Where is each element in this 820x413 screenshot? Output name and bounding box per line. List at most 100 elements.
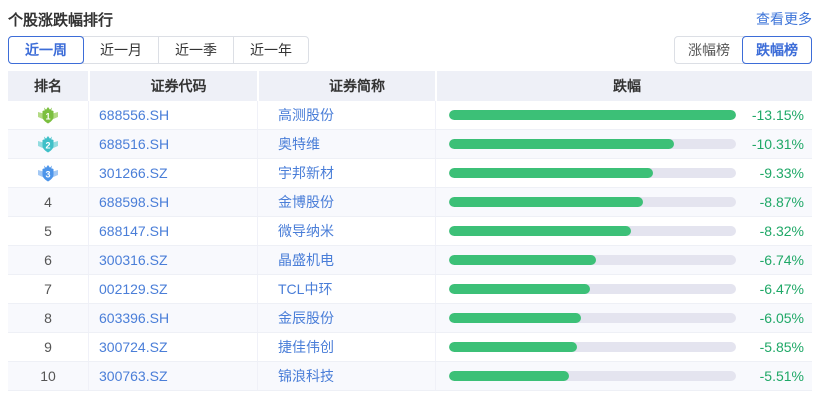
change-bar-track bbox=[449, 342, 736, 352]
change-bar-fill bbox=[449, 139, 674, 149]
table-row: 9 300724.SZ 捷佳伟创 -5.85% bbox=[8, 333, 812, 362]
stock-code[interactable]: 688556.SH bbox=[99, 107, 169, 123]
change-value: -13.15% bbox=[736, 107, 804, 123]
stock-name[interactable]: 晶盛机电 bbox=[278, 250, 334, 270]
tab-gainers-board[interactable]: 涨幅榜 bbox=[675, 37, 743, 63]
rank-cell: 1 bbox=[8, 101, 88, 129]
rank-number: 4 bbox=[44, 194, 52, 210]
change-bar-fill bbox=[449, 197, 643, 207]
stock-code[interactable]: 300724.SZ bbox=[99, 339, 168, 355]
table-row: 2 688516.SH 奥特维 -10.31% bbox=[8, 130, 812, 159]
rank-cell: 5 bbox=[8, 217, 88, 245]
rank-medal-icon: 1 bbox=[37, 106, 59, 125]
change-cell: -6.05% bbox=[435, 304, 812, 332]
change-bar-track bbox=[449, 284, 736, 294]
stock-code[interactable]: 300763.SZ bbox=[99, 368, 168, 384]
board-tab-group: 涨幅榜 跌幅榜 bbox=[674, 36, 812, 64]
table-row: 10 300763.SZ 锦浪科技 -5.51% bbox=[8, 362, 812, 391]
change-bar-track bbox=[449, 110, 736, 120]
table-row: 5 688147.SH 微导纳米 -8.32% bbox=[8, 217, 812, 246]
table-row: 3 301266.SZ 宇邦新材 -9.33% bbox=[8, 159, 812, 188]
column-header-name: 证券简称 bbox=[257, 71, 435, 101]
change-cell: -5.51% bbox=[435, 362, 812, 390]
stock-name[interactable]: 捷佳伟创 bbox=[278, 337, 334, 357]
rank-cell: 10 bbox=[8, 362, 88, 390]
rank-medal-icon: 3 bbox=[37, 164, 59, 183]
column-header-rank: 排名 bbox=[8, 71, 88, 101]
stock-code[interactable]: 688598.SH bbox=[99, 194, 169, 210]
rank-cell: 4 bbox=[8, 188, 88, 216]
change-bar-fill bbox=[449, 110, 736, 120]
tab-period-quarter[interactable]: 近一季 bbox=[158, 37, 233, 63]
rank-cell: 9 bbox=[8, 333, 88, 361]
change-cell: -6.47% bbox=[435, 275, 812, 303]
stock-name[interactable]: 宇邦新材 bbox=[278, 163, 334, 183]
change-bar-track bbox=[449, 313, 736, 323]
change-bar-track bbox=[449, 168, 736, 178]
change-bar-fill bbox=[449, 371, 569, 381]
tab-period-year[interactable]: 近一年 bbox=[233, 37, 308, 63]
stock-name[interactable]: 金博股份 bbox=[278, 192, 334, 212]
change-value: -5.85% bbox=[736, 339, 804, 355]
table-header-row: 排名 证券代码 证券简称 跌幅 bbox=[8, 71, 812, 101]
rank-number: 9 bbox=[44, 339, 52, 355]
change-bar-fill bbox=[449, 342, 577, 352]
change-bar-track bbox=[449, 255, 736, 265]
column-header-code: 证券代码 bbox=[88, 71, 257, 101]
rank-number: 5 bbox=[44, 223, 52, 239]
change-bar-fill bbox=[449, 284, 590, 294]
change-bar-fill bbox=[449, 168, 653, 178]
change-bar-track bbox=[449, 226, 736, 236]
change-bar-fill bbox=[449, 226, 631, 236]
rank-cell: 6 bbox=[8, 246, 88, 274]
svg-text:3: 3 bbox=[45, 169, 50, 179]
stock-name[interactable]: 金辰股份 bbox=[278, 308, 334, 328]
stock-name[interactable]: 锦浪科技 bbox=[278, 366, 334, 386]
table-row: 1 688556.SH 高测股份 -13.15% bbox=[8, 101, 812, 130]
svg-text:2: 2 bbox=[45, 140, 50, 150]
rank-cell: 2 bbox=[8, 130, 88, 158]
stock-code[interactable]: 300316.SZ bbox=[99, 252, 168, 268]
stock-name[interactable]: TCL中环 bbox=[278, 279, 332, 299]
change-cell: -8.87% bbox=[435, 188, 812, 216]
table-row: 7 002129.SZ TCL中环 -6.47% bbox=[8, 275, 812, 304]
change-bar-fill bbox=[449, 255, 596, 265]
stock-code[interactable]: 688147.SH bbox=[99, 223, 169, 239]
change-value: -5.51% bbox=[736, 368, 804, 384]
table-row: 6 300316.SZ 晶盛机电 -6.74% bbox=[8, 246, 812, 275]
change-bar-track bbox=[449, 197, 736, 207]
toolbar: 近一周 近一月 近一季 近一年 涨幅榜 跌幅榜 bbox=[8, 36, 812, 64]
tab-period-month[interactable]: 近一月 bbox=[83, 37, 158, 63]
stock-code[interactable]: 603396.SH bbox=[99, 310, 169, 326]
view-more-link[interactable]: 查看更多 bbox=[756, 9, 812, 29]
stock-name[interactable]: 微导纳米 bbox=[278, 221, 334, 241]
change-cell: -10.31% bbox=[435, 130, 812, 158]
stock-code[interactable]: 688516.SH bbox=[99, 136, 169, 152]
stock-code[interactable]: 301266.SZ bbox=[99, 165, 168, 181]
ranking-table: 排名 证券代码 证券简称 跌幅 1 688556.SH 高测股份 -13.15% bbox=[8, 71, 812, 391]
rank-medal-icon: 2 bbox=[37, 135, 59, 154]
change-bar-track bbox=[449, 371, 736, 381]
change-value: -10.31% bbox=[736, 136, 804, 152]
stock-code[interactable]: 002129.SZ bbox=[99, 281, 168, 297]
rank-cell: 3 bbox=[8, 159, 88, 187]
rank-number: 7 bbox=[44, 281, 52, 297]
change-bar-track bbox=[449, 139, 736, 149]
change-value: -6.74% bbox=[736, 252, 804, 268]
stock-name[interactable]: 高测股份 bbox=[278, 105, 334, 125]
svg-text:1: 1 bbox=[45, 111, 50, 121]
rank-cell: 8 bbox=[8, 304, 88, 332]
tab-period-week[interactable]: 近一周 bbox=[8, 36, 84, 64]
table-row: 8 603396.SH 金辰股份 -6.05% bbox=[8, 304, 812, 333]
change-value: -8.87% bbox=[736, 194, 804, 210]
change-cell: -6.74% bbox=[435, 246, 812, 274]
change-bar-fill bbox=[449, 313, 581, 323]
change-cell: -9.33% bbox=[435, 159, 812, 187]
change-cell: -5.85% bbox=[435, 333, 812, 361]
tab-losers-board[interactable]: 跌幅榜 bbox=[742, 36, 812, 64]
change-value: -6.47% bbox=[736, 281, 804, 297]
table-body: 1 688556.SH 高测股份 -13.15% 2 688516.SH 奥特维 bbox=[8, 101, 812, 391]
stock-name[interactable]: 奥特维 bbox=[278, 134, 320, 154]
change-cell: -8.32% bbox=[435, 217, 812, 245]
widget-title: 个股涨跌幅排行 bbox=[8, 9, 113, 30]
